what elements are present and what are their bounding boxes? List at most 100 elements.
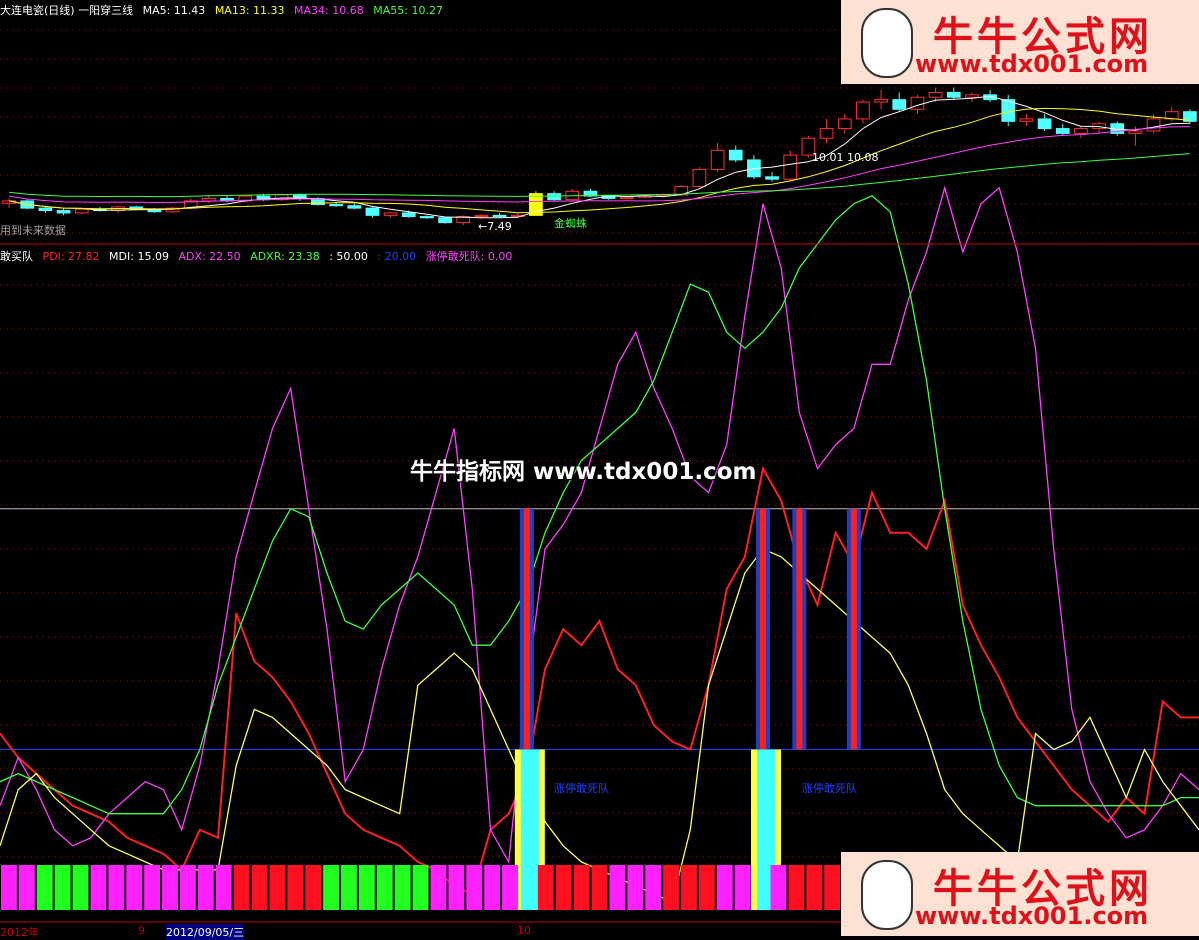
signal-bar	[358, 865, 375, 910]
candle-body	[819, 128, 834, 139]
candle-body	[329, 204, 343, 207]
candle-body	[1037, 118, 1052, 130]
signal-bar	[698, 865, 715, 910]
chart-title: 大连电瓷(日线) 一阳穿三线	[0, 4, 134, 17]
candle-body	[1074, 128, 1088, 134]
signal-bar	[108, 865, 125, 910]
candle-body	[420, 216, 434, 219]
grid-lines	[0, 29, 1199, 858]
candle-body	[1146, 118, 1161, 132]
candle-body	[837, 118, 852, 130]
candle-body	[1019, 118, 1034, 122]
low-price-annotation: ←7.49	[478, 220, 512, 233]
watermark: 牛牛指标网 www.tdx001.com	[410, 459, 757, 485]
signal-bar	[376, 865, 393, 910]
logo-url: www.tdx001.com	[915, 902, 1149, 930]
signal-bar	[162, 865, 178, 910]
candle-body	[38, 207, 53, 212]
signal-bar	[770, 865, 787, 910]
signal-bar	[341, 865, 357, 910]
signal-bar	[591, 865, 608, 910]
signal-bar	[233, 865, 250, 910]
indicator-name: 敢买队	[0, 250, 33, 263]
candle-body	[202, 197, 216, 202]
logo-bottom: 牛牛公式网 www.tdx001.com	[841, 852, 1199, 936]
signal-bar	[716, 865, 733, 910]
signal-bar	[663, 865, 680, 910]
signal-bar	[18, 865, 35, 910]
ma55-label: MA55: 10.27	[373, 4, 443, 17]
candle-body	[438, 217, 452, 224]
zt-annotation-1: 涨停敢死队	[554, 782, 609, 795]
zt-mark-inner	[850, 508, 857, 750]
candle-body	[347, 205, 362, 209]
candle-body	[692, 169, 707, 187]
candle-body	[56, 210, 71, 214]
signal-bar	[305, 865, 322, 910]
candle-body	[1128, 130, 1143, 134]
signal-bar	[54, 865, 71, 910]
signal-bar	[269, 865, 286, 910]
mdi-label: MDI: 15.09	[109, 250, 169, 263]
pdi-label: PDI: 27.82	[42, 250, 100, 263]
series-mdi-line	[0, 185, 1199, 864]
signal-bar	[609, 865, 626, 910]
candle-body	[74, 208, 89, 214]
signal-bar	[627, 865, 644, 910]
candle-body	[710, 149, 725, 171]
x-axis-month-9: 9	[138, 924, 145, 937]
zt-mark-inner	[796, 508, 803, 750]
series-pdi-line	[0, 465, 1199, 896]
candle-body	[383, 212, 398, 216]
cow-icon	[861, 8, 913, 78]
candle-body	[1055, 128, 1070, 134]
candle-body	[547, 193, 561, 201]
signal-bar	[573, 865, 590, 910]
candle-body	[619, 196, 634, 199]
signal-bar	[394, 865, 411, 910]
signal-bar	[36, 865, 53, 910]
ma34-line	[9, 126, 1190, 204]
zt-mark-inner	[523, 508, 530, 750]
logo-url: www.tdx001.com	[915, 50, 1149, 78]
level20-label: : 20.00	[377, 250, 417, 263]
signal-bar	[555, 865, 572, 910]
signal-bar	[144, 865, 161, 910]
candle-body	[856, 101, 870, 120]
signal-bar	[824, 865, 841, 910]
zt-label: 涨停敢死队: 0.00	[425, 250, 513, 263]
zt-column-inner	[520, 749, 539, 910]
level50-label: : 50.00	[329, 250, 368, 263]
candle-body	[874, 99, 888, 103]
signal-bar	[215, 865, 232, 910]
signal-bar	[72, 865, 89, 910]
signal-bar	[430, 865, 447, 910]
candle-body	[492, 214, 507, 218]
signal-bar	[681, 865, 697, 910]
x-axis-date: 2012/09/05/三	[166, 924, 245, 940]
signal-bar	[806, 865, 823, 910]
ma34-label: MA34: 10.68	[294, 4, 364, 17]
candle-body	[765, 176, 779, 180]
adxr-label: ADXR: 23.38	[250, 250, 320, 263]
candle-body	[365, 207, 380, 216]
spider-annotation: 金蜘蛛	[554, 217, 587, 230]
candle-body	[965, 94, 979, 98]
signal-bar	[502, 865, 518, 910]
candle-body	[401, 212, 416, 218]
signal-bar	[1, 865, 17, 910]
signal-bar	[537, 865, 554, 910]
price-mark-annotation: 10.01 10.08	[812, 151, 879, 164]
zt-mark-inner	[760, 508, 766, 750]
zt-annotation-2: 涨停敢死队	[802, 782, 857, 795]
logo-top: 牛牛公式网 www.tdx001.com	[841, 0, 1199, 84]
signal-bar	[734, 865, 751, 910]
x-axis-month-10: 10	[517, 924, 531, 937]
candle-body	[892, 99, 907, 110]
signal-bar	[323, 865, 340, 910]
signal-bar	[126, 865, 143, 910]
signal-bar	[484, 865, 501, 910]
candle-body	[910, 96, 925, 110]
signal-bar	[645, 865, 662, 910]
upper-header: 大连电瓷(日线) 一阳穿三线 MA5: 11.43 MA13: 11.33 MA…	[0, 2, 449, 18]
